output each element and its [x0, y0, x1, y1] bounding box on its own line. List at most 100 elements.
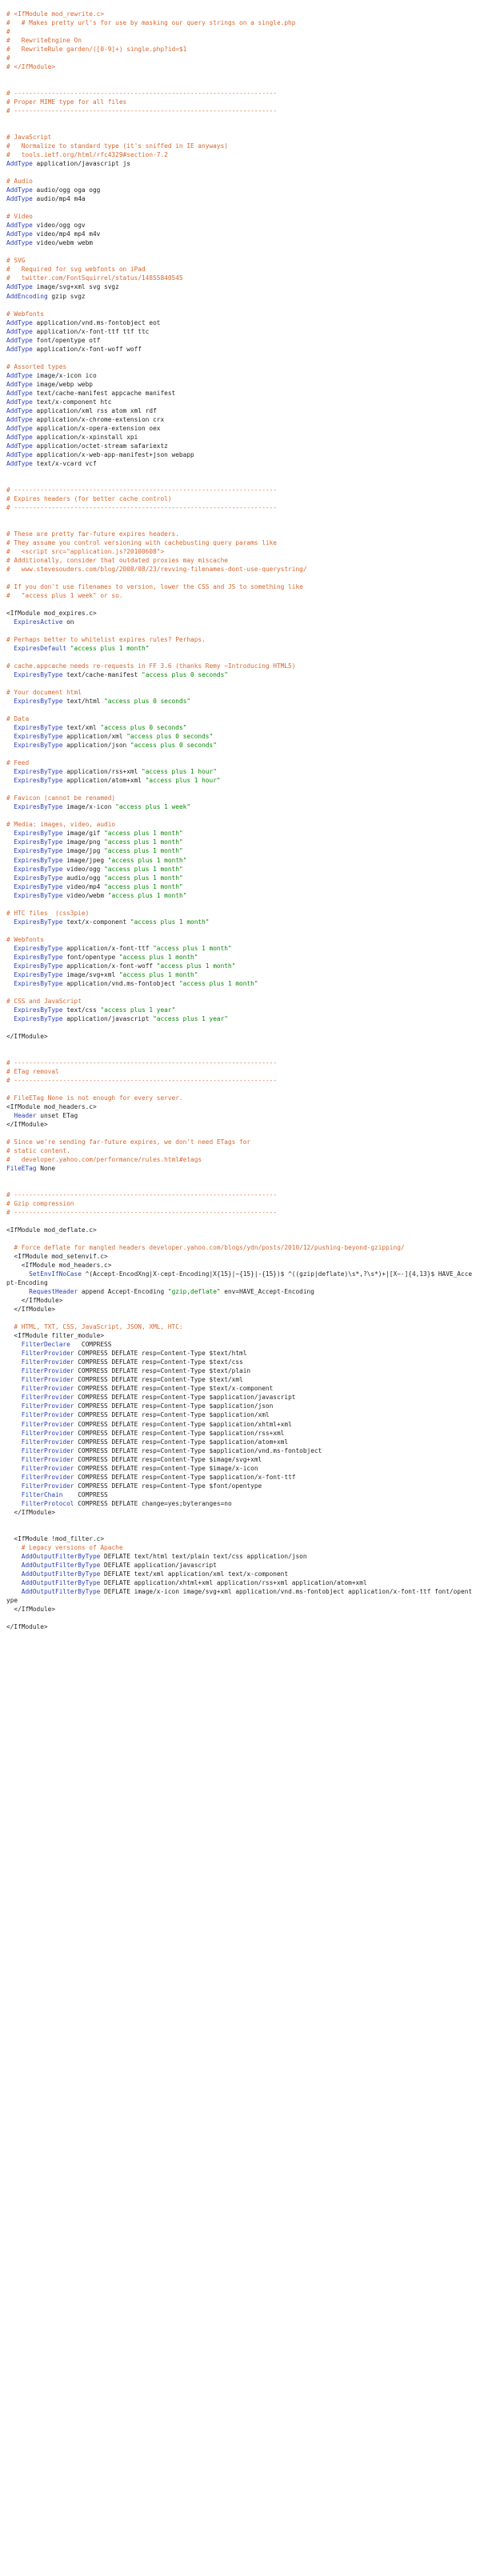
- directive-keyword: FilterProvider: [21, 1367, 74, 1375]
- code-line: FilterProvider COMPRESS DEFLATE resp=Con…: [6, 1429, 474, 1438]
- string-literal: "access plus 0 seconds": [104, 698, 191, 706]
- code-line: # HTML, TXT, CSS, JavaScript, JSON, XML,…: [6, 1322, 474, 1331]
- code-line: AddType application/x-opera-extension oe…: [6, 424, 474, 433]
- code-line: AddType image/svg+xml svg svgz: [6, 282, 474, 291]
- code-line: AddType font/opentype otf: [6, 336, 474, 345]
- code-line: # Additionally, consider that outdated p…: [6, 556, 474, 565]
- code-line: # twitter.com/FontSquirrel/status/148558…: [6, 274, 474, 282]
- comment-text: # --------------------------------------…: [6, 1209, 277, 1217]
- comment-text: # If you don't use filenames to version,…: [6, 583, 303, 591]
- code-text: application/x-opera-extension oex: [32, 424, 161, 432]
- directive-keyword: FilterProvider: [21, 1376, 74, 1384]
- directive-keyword: FileETag: [6, 1165, 37, 1173]
- code-line: FilterProvider COMPRESS DEFLATE resp=Con…: [6, 1402, 474, 1410]
- directive-keyword: ExpiresByType: [14, 671, 63, 679]
- string-literal: "access plus 1 month": [130, 918, 210, 926]
- directive-keyword: ExpiresByType: [14, 979, 63, 987]
- code-text: image/gif: [62, 830, 105, 838]
- string-literal: "access plus 1 month": [156, 962, 236, 970]
- directive-keyword: FilterProvider: [21, 1350, 74, 1358]
- code-line: AddType application/octet-stream safarie…: [6, 442, 474, 450]
- code-line: FilterProvider COMPRESS DEFLATE resp=Con…: [6, 1438, 474, 1446]
- directive-keyword: ExpiresByType: [14, 724, 63, 732]
- code-text: COMPRESS DEFLATE resp=Content-Type $text…: [74, 1358, 243, 1366]
- code-text: </IfModule>: [6, 1297, 63, 1305]
- code-line: # RewriteEngine On: [6, 36, 474, 45]
- code-text: COMPRESS DEFLATE resp=Content-Type $imag…: [74, 1464, 258, 1472]
- code-line: # Data: [6, 714, 474, 723]
- code-line: # developer.yahoo.com/performance/rules.…: [6, 1155, 474, 1164]
- code-line: #: [6, 27, 474, 36]
- code-line: ExpiresByType image/jpeg "access plus 1 …: [6, 856, 474, 865]
- directive-keyword: AddOutputFilterByType: [21, 1561, 101, 1569]
- comment-text: # Gzip compression: [6, 1200, 74, 1208]
- code-line: FilterProvider COMPRESS DEFLATE resp=Con…: [6, 1349, 474, 1358]
- directive-keyword: ExpiresByType: [14, 768, 63, 776]
- code-text: </IfModule>: [6, 1120, 48, 1128]
- code-line: AddType application/x-xpinstall xpi: [6, 433, 474, 442]
- code-line: # HTC files (css3pie): [6, 909, 474, 918]
- comment-text: # developer.yahoo.com/performance/rules.…: [6, 1156, 202, 1164]
- comment-text: # ETag removal: [6, 1067, 59, 1075]
- code-text: <IfModule mod_expires.c>: [6, 610, 97, 618]
- code-text: <IfModule filter_module>: [6, 1332, 105, 1340]
- code-text: COMPRESS DEFLATE resp=Content-Type $appl…: [74, 1438, 289, 1446]
- comment-text: # Expires headers (for better cache cont…: [6, 494, 172, 502]
- comment-text: # Webfonts: [6, 310, 44, 318]
- code-line: # SVG: [6, 256, 474, 265]
- comment-text: # Legacy versions of Apache: [6, 1543, 123, 1551]
- code-text: application/javascript: [62, 1014, 154, 1022]
- code-line: ExpiresByType text/xml "access plus 0 se…: [6, 723, 474, 732]
- code-text: video/ogg ogv: [32, 222, 86, 230]
- code-line: <IfModule mod_deflate.c>: [6, 1226, 474, 1234]
- code-line: ExpiresByType application/x-font-woff "a…: [6, 962, 474, 970]
- string-literal: "access plus 1 month": [178, 979, 258, 987]
- directive-keyword: FilterProvider: [21, 1411, 74, 1419]
- code-line: # Since we're sending far-future expires…: [6, 1138, 474, 1146]
- directive-keyword: ExpiresByType: [14, 856, 63, 864]
- code-line: ExpiresByType application/javascript "ac…: [6, 1014, 474, 1023]
- code-text: COMPRESS DEFLATE resp=Content-Type $font…: [74, 1482, 262, 1490]
- code-text: DEFLATE application/xhtml+xml applicatio…: [100, 1578, 367, 1586]
- code-text: COMPRESS DEFLATE resp=Content-Type $appl…: [74, 1429, 285, 1437]
- code-text: video/mp4 mp4 m4v: [32, 230, 101, 238]
- code-line: ExpiresByType application/x-font-ttf "ac…: [6, 944, 474, 953]
- code-text: text/cache-manifest appcache manifest: [32, 389, 176, 397]
- code-line: AddType application/x-web-app-manifest+j…: [6, 450, 474, 459]
- code-line: # --------------------------------------…: [6, 1076, 474, 1085]
- code-text: text/x-component: [62, 918, 130, 926]
- code-line: ExpiresByType audio/ogg "access plus 1 m…: [6, 874, 474, 882]
- code-line: # tools.ietf.org/html/rfc4329#section-7.…: [6, 150, 474, 159]
- comment-text: #: [6, 54, 10, 62]
- directive-keyword: AddType: [6, 239, 33, 247]
- string-literal: "access plus 1 month": [104, 882, 183, 890]
- code-line: # Audio: [6, 177, 474, 186]
- code-line: # --------------------------------------…: [6, 1208, 474, 1217]
- string-literal: "access plus 1 month": [104, 838, 183, 846]
- directive-keyword: FilterProvider: [21, 1464, 74, 1472]
- code-line: ExpiresByType application/rss+xml "acces…: [6, 767, 474, 776]
- comment-text: # SVG: [6, 257, 26, 265]
- code-line: FilterProvider COMPRESS DEFLATE resp=Con…: [6, 1420, 474, 1429]
- string-literal: "access plus 1 month": [153, 944, 232, 952]
- directive-keyword: FilterProvider: [21, 1420, 74, 1428]
- comment-text: # twitter.com/FontSquirrel/status/148558…: [6, 274, 183, 282]
